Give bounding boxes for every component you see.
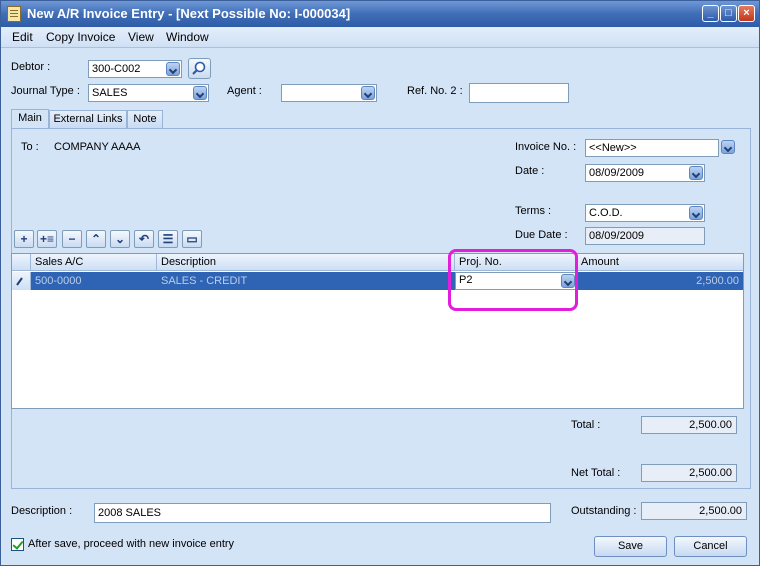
menu-window[interactable]: Window <box>166 30 209 44</box>
description-label: Description : <box>11 505 73 517</box>
ref-no2-field[interactable] <box>469 83 569 103</box>
terms-value: C.O.D. <box>589 207 623 219</box>
cell-description[interactable]: SALES - CREDIT <box>157 272 455 290</box>
move-up-icon[interactable]: ⌃ <box>86 230 106 248</box>
to-label: To : <box>21 141 39 153</box>
list-icon[interactable]: ☰ <box>158 230 178 248</box>
menu-bar: Edit Copy Invoice View Window <box>1 27 759 48</box>
invoice-entry-window: New A/R Invoice Entry - [Next Possible N… <box>0 0 760 566</box>
maximize-button[interactable]: □ <box>720 5 737 22</box>
total-field: 2,500.00 <box>641 416 737 434</box>
journal-type-label: Journal Type : <box>11 85 80 97</box>
chevron-down-icon[interactable] <box>689 206 703 220</box>
column-header-description[interactable]: Description <box>157 254 455 271</box>
document-icon <box>7 6 21 22</box>
window-title: New A/R Invoice Entry - [Next Possible N… <box>27 6 351 21</box>
column-header-sales-ac[interactable]: Sales A/C <box>31 254 157 271</box>
invoice-no-dropdown-icon[interactable] <box>721 140 735 154</box>
total-label: Total : <box>571 419 601 431</box>
journal-type-value: SALES <box>92 87 128 99</box>
date-label: Date : <box>515 165 545 177</box>
ref-no2-label: Ref. No. 2 : <box>407 85 463 97</box>
menu-view[interactable]: View <box>128 30 154 44</box>
due-date-field: 08/09/2009 <box>585 227 705 245</box>
minimize-button[interactable]: _ <box>702 5 719 22</box>
date-field[interactable]: 08/09/2009 <box>585 164 705 182</box>
menu-edit[interactable]: Edit <box>12 30 33 44</box>
undo-icon[interactable]: ↶ <box>134 230 154 248</box>
debtor-search-button[interactable] <box>188 58 211 79</box>
save-button[interactable]: Save <box>594 536 667 557</box>
terms-select[interactable]: C.O.D. <box>585 204 705 222</box>
agent-label: Agent : <box>227 85 262 97</box>
menu-copy-invoice[interactable]: Copy Invoice <box>46 30 115 44</box>
chevron-down-icon[interactable] <box>361 86 375 100</box>
due-date-value: 08/09/2009 <box>589 230 645 242</box>
chevron-down-icon[interactable] <box>193 86 207 100</box>
net-total-label: Net Total : <box>571 467 621 479</box>
insert-row-icon[interactable]: +≡ <box>37 230 57 248</box>
invoice-no-field[interactable]: <<New>> <box>585 139 719 157</box>
description-field[interactable]: 2008 SALES <box>94 503 551 523</box>
pencil-icon <box>16 277 23 286</box>
invoice-no-label: Invoice No. : <box>515 141 577 153</box>
terms-label: Terms : <box>515 205 552 217</box>
detail-icon[interactable]: ▭ <box>182 230 202 248</box>
add-row-icon[interactable]: + <box>14 230 34 248</box>
invoice-no-value: <<New>> <box>589 142 637 154</box>
move-down-icon[interactable]: ⌄ <box>110 230 130 248</box>
invoice-detail-grid[interactable]: Sales A/C Description Proj. No. Amount 5… <box>11 253 744 409</box>
debtor-label: Debtor : <box>11 61 51 73</box>
outstanding-field: 2,500.00 <box>641 502 747 520</box>
cell-amount[interactable]: 2,500.00 <box>577 272 743 290</box>
to-value: COMPANY AAAA <box>54 141 141 153</box>
delete-row-icon[interactable]: − <box>62 230 82 248</box>
table-row[interactable]: 500-0000 SALES - CREDIT P2 2,500.00 <box>12 272 743 290</box>
row-indicator[interactable] <box>12 272 31 290</box>
after-save-checkbox[interactable] <box>11 538 24 551</box>
column-header-amount[interactable]: Amount <box>577 254 743 271</box>
journal-type-select[interactable]: SALES <box>88 84 209 102</box>
cell-sales-ac[interactable]: 500-0000 <box>31 272 157 290</box>
title-bar: New A/R Invoice Entry - [Next Possible N… <box>1 1 759 27</box>
agent-select[interactable] <box>281 84 377 102</box>
due-date-label: Due Date : <box>515 229 568 241</box>
proj-no-highlight-annotation <box>448 249 578 311</box>
net-total-field: 2,500.00 <box>641 464 737 482</box>
close-button[interactable]: × <box>738 5 755 22</box>
chevron-down-icon[interactable] <box>689 166 703 180</box>
chevron-down-icon[interactable] <box>166 62 180 76</box>
search-icon <box>192 61 206 75</box>
date-value: 08/09/2009 <box>589 167 645 179</box>
tab-note[interactable]: Note <box>127 110 163 129</box>
outstanding-label: Outstanding : <box>571 505 637 517</box>
grid-row-indicator-header <box>12 254 31 271</box>
debtor-select[interactable]: 300-C002 <box>88 60 182 78</box>
cancel-button[interactable]: Cancel <box>674 536 747 557</box>
debtor-value: 300-C002 <box>92 63 141 75</box>
tab-main[interactable]: Main <box>11 109 49 129</box>
after-save-label[interactable]: After save, proceed with new invoice ent… <box>28 538 234 550</box>
tab-external-links[interactable]: External Links <box>49 110 127 129</box>
